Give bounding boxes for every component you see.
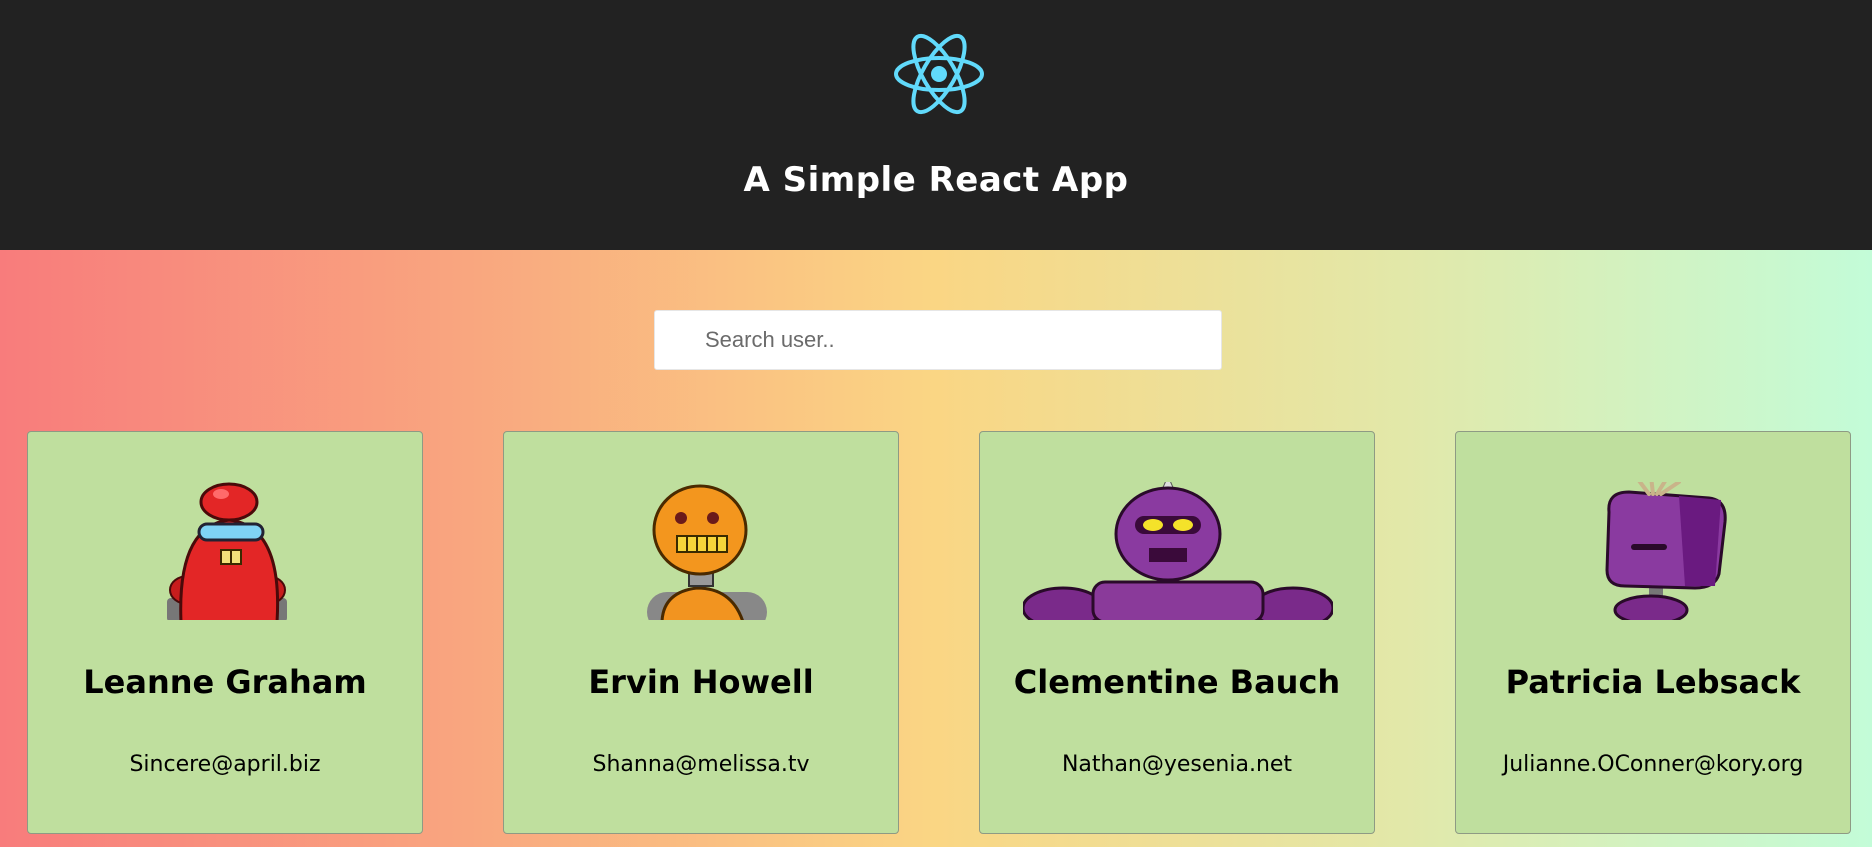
user-card[interactable]: Patricia Lebsack Julianne.OConner@kory.o… — [1455, 431, 1851, 834]
purple-robot-avatar-icon — [1023, 482, 1333, 620]
search-input[interactable] — [654, 310, 1222, 370]
user-name: Clementine Bauch — [1013, 663, 1341, 701]
user-email: Sincere@april.biz — [129, 752, 321, 777]
user-name: Patricia Lebsack — [1505, 663, 1801, 701]
user-name: Ervin Howell — [588, 663, 814, 701]
user-email: Julianne.OConner@kory.org — [1502, 752, 1804, 777]
user-card[interactable]: Clementine Bauch Nathan@yesenia.net — [979, 431, 1375, 834]
red-robot-avatar-icon — [167, 482, 287, 620]
user-email: Shanna@melissa.tv — [592, 752, 810, 777]
user-card[interactable]: Leanne Graham Sincere@april.biz — [27, 431, 423, 834]
app-header: A Simple React App — [0, 0, 1872, 250]
purple-robot-avatar-icon — [1605, 482, 1727, 620]
user-email: Nathan@yesenia.net — [1061, 752, 1293, 777]
user-card[interactable]: Ervin Howell Shanna@melissa.tv — [503, 431, 899, 834]
react-atom-icon — [894, 33, 984, 115]
main-content: Leanne Graham Sincere@april.biz Ervin Ho… — [0, 250, 1872, 847]
user-name: Leanne Graham — [83, 663, 367, 701]
app-title: A Simple React App — [743, 160, 1129, 200]
orange-robot-avatar-icon — [647, 484, 767, 620]
